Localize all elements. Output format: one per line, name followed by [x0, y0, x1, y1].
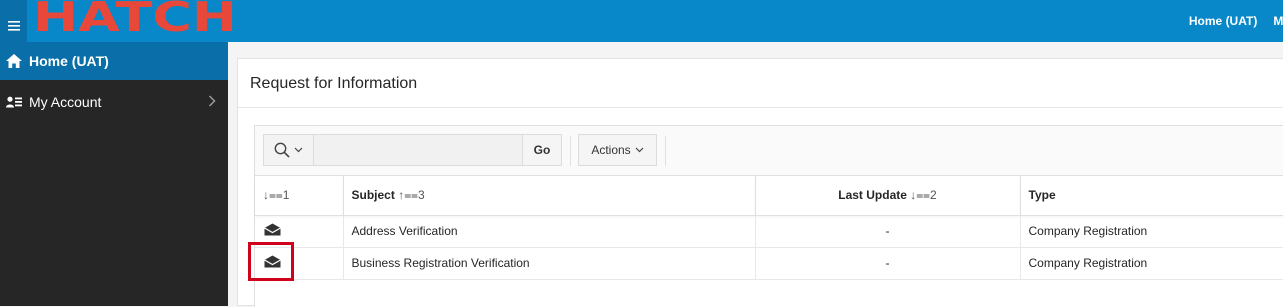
actions-label: Actions — [591, 143, 631, 157]
table-cell-last-update: - — [755, 215, 1021, 248]
table-row: Address Verification - Company Registrat… — [255, 215, 1283, 248]
main-content: Request for Information Go Actions ↓⩵1 S… — [237, 58, 1283, 307]
top-nav-links: Home (UAT) My — [1189, 0, 1283, 42]
top-link-home[interactable]: Home (UAT) — [1189, 14, 1257, 28]
chevron-right-icon[interactable] — [208, 94, 216, 110]
search-column-selector[interactable] — [264, 135, 314, 165]
chevron-down-icon — [294, 147, 303, 153]
sidebar-item-home[interactable]: Home (UAT) — [0, 42, 228, 80]
interactive-report: Go Actions ↓⩵1 Subject ↑⩵3 Last Update ↓… — [254, 125, 1283, 307]
search-bar: Go — [263, 134, 562, 166]
toolbar-divider — [570, 136, 571, 166]
table-cell-subject[interactable]: Business Registration Verification — [343, 247, 756, 280]
column-header-icon[interactable]: ↓⩵1 — [255, 176, 344, 216]
user-list-icon — [5, 94, 23, 110]
hamburger-icon — [7, 21, 20, 31]
divider — [238, 107, 1283, 108]
hatch-logo[interactable]: HATCH — [33, 0, 239, 41]
region-title: Request for Information — [250, 75, 418, 92]
search-icon — [274, 142, 290, 158]
sort-indicator: ↑⩵3 — [398, 187, 425, 202]
table-header-row: ↓⩵1 Subject ↑⩵3 Last Update ↓⩵2 Type — [255, 176, 1283, 216]
sort-indicator: ↓⩵1 — [263, 187, 290, 202]
report-table: ↓⩵1 Subject ↑⩵3 Last Update ↓⩵2 Type Add… — [255, 176, 1283, 280]
table-row: Business Registration Verification - Com… — [255, 247, 1283, 280]
table-cell-type: Company Registration — [1020, 215, 1283, 248]
sidebar: Home (UAT) My Account — [0, 42, 228, 306]
report-toolbar: Go Actions — [255, 126, 1283, 176]
sidebar-item-label: Home (UAT) — [29, 53, 109, 69]
table-cell-subject[interactable]: Address Verification — [343, 215, 756, 248]
column-header-type[interactable]: Type — [1020, 176, 1283, 216]
column-label: Subject — [351, 187, 395, 202]
menu-toggle-button[interactable] — [0, 0, 27, 42]
toolbar-divider — [665, 136, 666, 166]
envelope-open-icon[interactable] — [263, 223, 281, 237]
sidebar-item-label: My Account — [29, 94, 102, 110]
go-button[interactable]: Go — [522, 135, 561, 165]
column-header-subject[interactable]: Subject ↑⩵3 — [343, 176, 756, 216]
top-bar: HATCH Home (UAT) My — [0, 0, 1283, 42]
table-cell-type: Company Registration — [1020, 247, 1283, 280]
table-cell-last-update: - — [755, 247, 1021, 280]
chevron-down-icon — [635, 147, 644, 153]
envelope-open-icon[interactable] — [263, 255, 281, 269]
table-cell-icon[interactable] — [255, 215, 344, 248]
column-header-last-update[interactable]: Last Update ↓⩵2 — [755, 176, 1021, 216]
column-label: Type — [1028, 188, 1056, 203]
sort-indicator: ↓⩵2 — [910, 187, 937, 202]
home-icon — [5, 53, 23, 69]
search-input[interactable] — [314, 135, 522, 165]
top-link-my-account[interactable]: My — [1273, 14, 1283, 28]
actions-menu-button[interactable]: Actions — [578, 134, 657, 166]
column-label: Last Update — [838, 187, 907, 202]
sidebar-item-my-account[interactable]: My Account — [0, 83, 228, 121]
svg-text:HATCH: HATCH — [33, 0, 237, 34]
table-cell-icon[interactable] — [255, 247, 344, 280]
